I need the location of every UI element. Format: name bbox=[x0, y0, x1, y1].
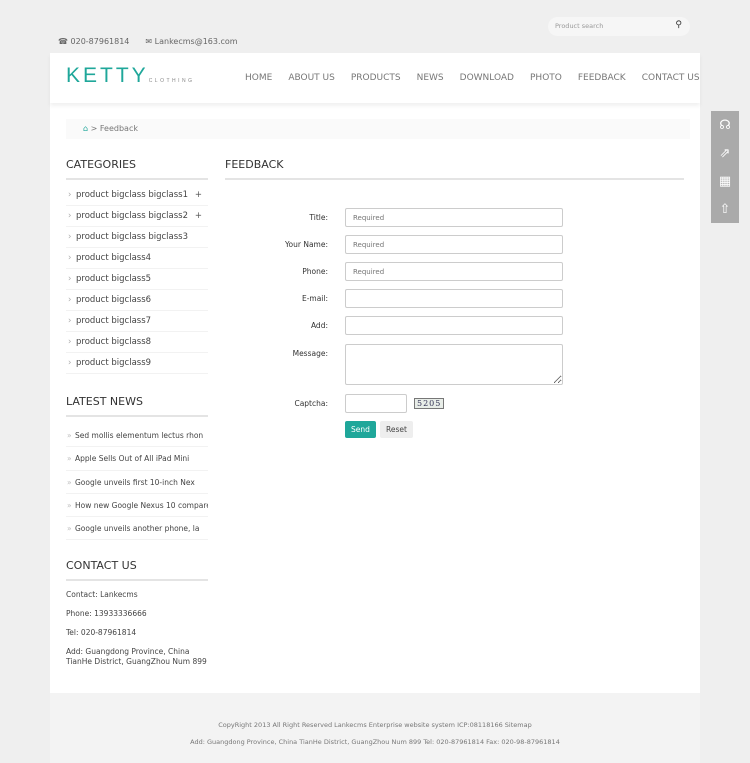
top-contact: ☎ 020-87961814 ✉ Lankecms@163.com bbox=[58, 37, 238, 46]
category-item[interactable]: product bigclass8 bbox=[66, 332, 208, 353]
category-label: product bigclass bigclass1 bbox=[76, 190, 189, 200]
nav-products[interactable]: PRODUCTS bbox=[351, 73, 401, 83]
search-input[interactable]: Product search ⚲ bbox=[548, 17, 690, 36]
nav-contact[interactable]: CONTACT US bbox=[642, 73, 700, 83]
sidebar: CATEGORIES product bigclass bigclass1 + p… bbox=[66, 158, 208, 667]
categories-title: CATEGORIES bbox=[66, 158, 208, 180]
send-button[interactable]: Send bbox=[345, 421, 376, 438]
logo-main: KETTY bbox=[66, 64, 149, 87]
page-title: FEEDBACK bbox=[225, 158, 684, 180]
address-row: Add: bbox=[260, 316, 563, 335]
expand-icon[interactable]: + bbox=[195, 185, 202, 206]
email-text: Lankecms@163.com bbox=[154, 37, 238, 46]
category-item[interactable]: product bigclass bigclass3 bbox=[66, 227, 208, 248]
expand-icon[interactable]: + bbox=[195, 206, 202, 227]
phone-info: ☎ 020-87961814 bbox=[58, 37, 130, 46]
category-item[interactable]: product bigclass7 bbox=[66, 311, 208, 332]
message-field[interactable] bbox=[345, 344, 563, 385]
contact-line: Contact: Lankecms bbox=[66, 590, 138, 600]
contact-line: Add: Guangdong Province, China TianHe Di… bbox=[66, 647, 207, 667]
logo[interactable]: KETTYCLOTHING bbox=[66, 64, 195, 88]
message-row: Message: bbox=[260, 344, 563, 385]
contact-line: Phone: 13933336666 bbox=[66, 609, 147, 619]
footer: CopyRight 2013 All Right Reserved Lankec… bbox=[50, 693, 700, 763]
news-item[interactable]: Google unveils first 10-inch Nex bbox=[66, 471, 208, 494]
email-info: ✉ Lankecms@163.com bbox=[145, 37, 238, 46]
nav-photo[interactable]: PHOTO bbox=[530, 73, 562, 83]
category-item[interactable]: product bigclass5 bbox=[66, 269, 208, 290]
breadcrumb-sep: > bbox=[90, 124, 98, 133]
captcha-field[interactable] bbox=[345, 394, 407, 413]
field-label: Your Name: bbox=[284, 240, 328, 249]
name-field[interactable] bbox=[345, 235, 563, 254]
news-item[interactable]: Sed mollis elementum lectus rhon bbox=[66, 424, 208, 448]
contact-info: Contact: Lankecms Phone: 13933336666 Tel… bbox=[66, 590, 208, 667]
category-item[interactable]: product bigclass bigclass1 + bbox=[66, 185, 208, 206]
field-label: E-mail: bbox=[301, 294, 328, 303]
main-nav: HOME ABOUT US PRODUCTS NEWS DOWNLOAD PHO… bbox=[245, 73, 700, 83]
phone-field[interactable] bbox=[345, 262, 563, 281]
email-field[interactable] bbox=[345, 289, 563, 308]
news-title: LATEST NEWS bbox=[66, 395, 208, 417]
address-field[interactable] bbox=[345, 316, 563, 335]
news-item[interactable]: Google unveils another phone, la bbox=[66, 517, 208, 541]
search-icon[interactable]: ⚲ bbox=[675, 20, 682, 30]
home-icon[interactable]: ⌂ bbox=[83, 124, 88, 133]
floating-toolbar: ☊ ⇗ ▦ ⇧ bbox=[711, 111, 739, 223]
field-label: Message: bbox=[292, 349, 328, 358]
nav-download[interactable]: DOWNLOAD bbox=[460, 73, 514, 83]
phone-row: Phone: bbox=[260, 262, 563, 281]
name-row: Your Name: bbox=[260, 235, 563, 254]
category-list: product bigclass bigclass1 + product bigc… bbox=[66, 185, 208, 374]
category-item[interactable]: product bigclass bigclass2 + bbox=[66, 206, 208, 227]
news-item[interactable]: How new Google Nexus 10 compares bbox=[66, 494, 208, 518]
search-placeholder: Product search bbox=[555, 22, 604, 30]
logo-sub: CLOTHING bbox=[148, 78, 195, 84]
field-label: Add: bbox=[310, 321, 328, 330]
category-item[interactable]: product bigclass6 bbox=[66, 290, 208, 311]
back-to-top-rocket-icon[interactable]: ⇧ bbox=[720, 202, 731, 217]
email-row: E-mail: bbox=[260, 289, 563, 308]
nav-about[interactable]: ABOUT US bbox=[288, 73, 335, 83]
news-item[interactable]: Apple Sells Out of All iPad Mini bbox=[66, 447, 208, 471]
captcha-row: Captcha: 5205 bbox=[260, 394, 445, 413]
share-icon[interactable]: ⇗ bbox=[720, 146, 731, 161]
contact-title: CONTACT US bbox=[66, 559, 208, 582]
reset-button[interactable]: Reset bbox=[380, 421, 413, 438]
category-item[interactable]: product bigclass9 bbox=[66, 353, 208, 374]
nav-home[interactable]: HOME bbox=[245, 73, 272, 83]
field-label: Title: bbox=[309, 213, 328, 222]
title-row: Title: bbox=[260, 208, 563, 227]
footer-copyright: CopyRight 2013 All Right Reserved Lankec… bbox=[218, 721, 532, 729]
captcha-image[interactable]: 5205 bbox=[414, 398, 445, 409]
qr-code-icon[interactable]: ▦ bbox=[719, 174, 731, 189]
breadcrumb-current: Feedback bbox=[99, 124, 138, 133]
category-item[interactable]: product bigclass4 bbox=[66, 248, 208, 269]
title-field[interactable] bbox=[345, 208, 563, 227]
phone-text: 020-87961814 bbox=[70, 37, 130, 46]
nav-news[interactable]: NEWS bbox=[417, 73, 444, 83]
category-label: product bigclass bigclass2 bbox=[76, 211, 189, 221]
footer-address: Add: Guangdong Province, China TianHe Di… bbox=[190, 738, 560, 746]
field-label: Captcha: bbox=[294, 399, 328, 408]
nav-feedback[interactable]: FEEDBACK bbox=[578, 73, 626, 83]
news-list: Sed mollis elementum lectus rhon Apple S… bbox=[66, 424, 208, 541]
breadcrumb: ⌂ > Feedback bbox=[66, 119, 690, 139]
support-headset-icon[interactable]: ☊ bbox=[719, 118, 731, 133]
contact-line: Tel: 020-87961814 bbox=[66, 628, 137, 638]
field-label: Phone: bbox=[302, 267, 328, 276]
